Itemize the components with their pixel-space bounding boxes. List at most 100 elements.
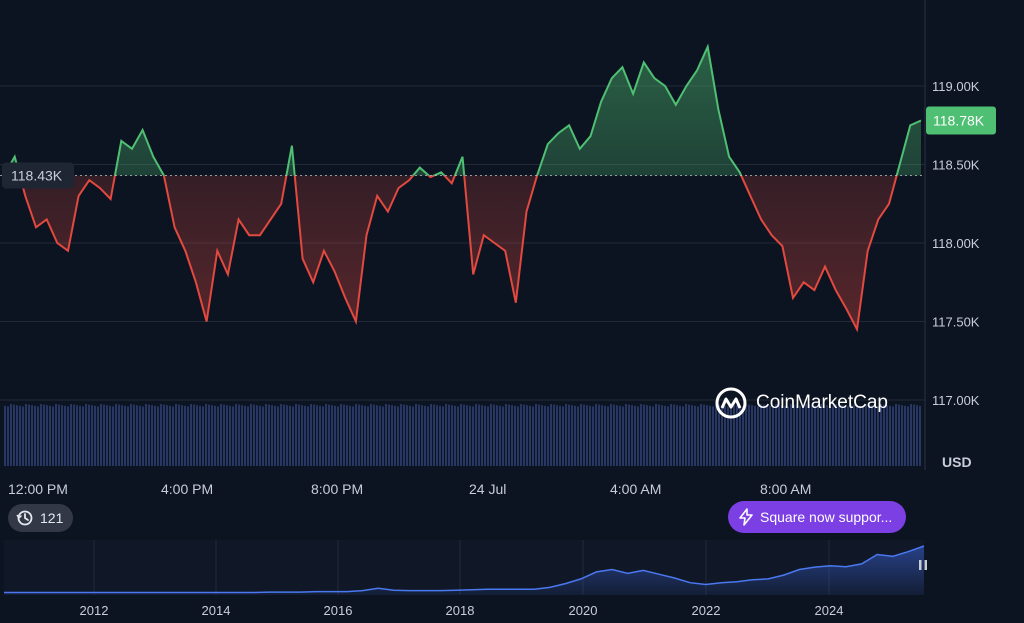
volume-bar <box>694 405 696 466</box>
volume-bar <box>196 405 198 466</box>
volume-bar <box>280 404 282 466</box>
volume-bar <box>376 405 378 466</box>
volume-bar <box>649 405 651 466</box>
volume-bar <box>67 406 69 466</box>
volume-bar <box>169 405 171 466</box>
volume-bar <box>511 405 513 466</box>
volume-bar <box>481 405 483 466</box>
volume-bar <box>418 404 420 466</box>
volume-bar <box>556 405 558 466</box>
volume-bar <box>673 404 675 466</box>
volume-bar <box>532 406 534 466</box>
volume-bar <box>94 405 96 466</box>
volume-bar <box>541 405 543 466</box>
volume-bar <box>223 404 225 466</box>
x-tick-label: 8:00 AM <box>760 481 811 497</box>
volume-bar <box>109 405 111 466</box>
volume-bar <box>331 405 333 466</box>
volume-bar <box>496 405 498 466</box>
navigator-year-label: 2024 <box>815 603 844 618</box>
volume-bar <box>451 405 453 466</box>
volume-bar <box>895 404 897 466</box>
volume-bar <box>85 404 87 466</box>
volume-bar <box>100 404 102 466</box>
volume-bar <box>112 406 114 466</box>
volume-bar <box>448 404 450 466</box>
volume-bar <box>424 405 426 466</box>
volume-bar <box>658 404 660 466</box>
volume-bar <box>586 405 588 466</box>
volume-bar <box>127 406 129 466</box>
square-toast[interactable]: Square now suppor... <box>728 501 907 533</box>
volume-bar <box>562 406 564 466</box>
volume-bar <box>505 404 507 466</box>
volume-bar <box>238 404 240 466</box>
toast-text: Square now suppor... <box>760 509 893 525</box>
volume-bar <box>181 405 183 466</box>
volume-bar <box>244 405 246 466</box>
volume-bar <box>919 405 921 466</box>
volume-bar <box>334 405 336 466</box>
volume-bar <box>571 405 573 466</box>
volume-bar <box>508 404 510 466</box>
volume-bar <box>550 404 552 466</box>
volume-bar <box>625 404 627 466</box>
volume-bar <box>211 405 213 466</box>
volume-bar <box>403 404 405 466</box>
volume-bar <box>217 406 219 466</box>
volume-bar <box>19 405 21 466</box>
volume-bar <box>193 404 195 466</box>
volume-bar <box>259 405 261 466</box>
volume-bar <box>580 404 582 466</box>
volume-bar <box>187 406 189 466</box>
volume-bar <box>226 405 228 466</box>
volume-bar <box>343 404 345 466</box>
volume-bar <box>367 406 369 466</box>
y-tick-label: 118.50K <box>932 158 980 173</box>
volume-bar <box>601 405 603 466</box>
volume-bar <box>916 405 918 466</box>
volume-bar <box>301 405 303 466</box>
volume-bar <box>235 404 237 466</box>
volume-bar <box>568 404 570 466</box>
volume-bar <box>484 405 486 466</box>
x-tick-label: 4:00 PM <box>161 481 213 497</box>
volume-bar <box>676 405 678 466</box>
baseline-label: 118.43K <box>11 167 63 183</box>
y-tick-label: 119.00K <box>932 79 980 94</box>
volume-bar <box>346 405 348 466</box>
coinmarketcap-watermark: CoinMarketCap <box>714 386 888 420</box>
volume-bar <box>460 404 462 466</box>
volume-bar <box>613 404 615 466</box>
volume-bar <box>526 405 528 466</box>
volume-bar <box>610 404 612 466</box>
volume-bar <box>478 404 480 466</box>
volume-bar <box>298 404 300 466</box>
volume-bar <box>337 406 339 466</box>
volume-bar <box>661 405 663 466</box>
volume-bar <box>79 405 81 466</box>
volume-bar <box>889 405 891 466</box>
volume-bar <box>142 406 144 466</box>
volume-bar <box>670 404 672 466</box>
volume-bar <box>4 405 6 466</box>
volume-bar <box>163 404 165 466</box>
currency-label: USD <box>942 454 972 470</box>
volume-bar <box>148 404 150 466</box>
volume-bar <box>208 404 210 466</box>
volume-bar <box>190 404 192 466</box>
history-pill[interactable]: 121 <box>8 504 74 532</box>
volume-bar <box>490 404 492 466</box>
volume-bar <box>913 404 915 466</box>
volume-bar <box>277 406 279 466</box>
volume-bar <box>589 405 591 466</box>
pause-button[interactable] <box>914 556 932 578</box>
volume-bar <box>514 405 516 466</box>
volume-bar <box>499 405 501 466</box>
volume-bar <box>910 404 912 466</box>
last-price-label: 118.78K <box>933 113 985 129</box>
volume-bar <box>682 406 684 466</box>
volume-bar <box>247 406 249 466</box>
volume-bar <box>358 404 360 466</box>
volume-bar <box>445 404 447 466</box>
